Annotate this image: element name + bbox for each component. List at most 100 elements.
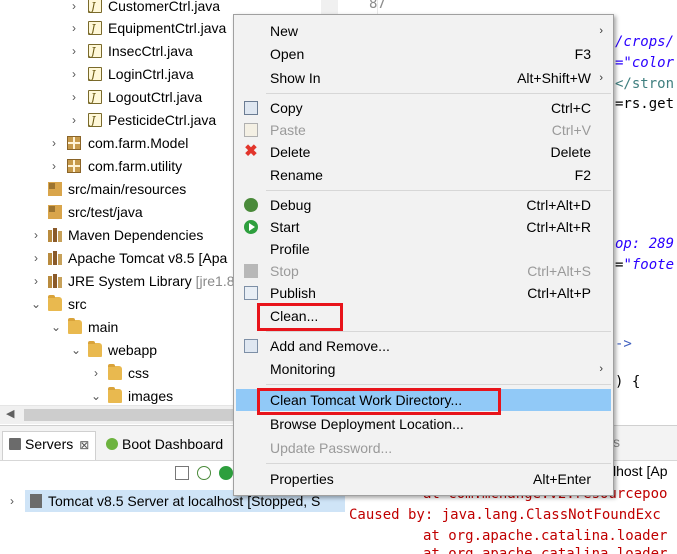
start-server-icon[interactable] bbox=[219, 466, 233, 480]
code-fragment: ) { bbox=[615, 374, 641, 390]
source-folder-icon bbox=[48, 205, 62, 219]
chevron-right-icon[interactable]: › bbox=[30, 270, 42, 292]
library-icon bbox=[48, 228, 62, 242]
chevron-right-icon[interactable]: › bbox=[48, 155, 60, 177]
chevron-right-icon[interactable]: › bbox=[68, 109, 80, 131]
scroll-left-icon[interactable]: ◀ bbox=[6, 407, 14, 420]
code-fragment: </stron bbox=[615, 76, 675, 92]
chevron-down-icon[interactable]: ⌄ bbox=[70, 339, 82, 361]
menu-item-label: Start bbox=[270, 219, 300, 235]
menu-item-label: Monitoring bbox=[270, 361, 336, 377]
java-file-icon bbox=[88, 0, 102, 18]
menu-item-label: Debug bbox=[270, 197, 312, 213]
menu-item-label: Delete bbox=[270, 144, 311, 160]
debug-server-icon[interactable] bbox=[197, 466, 211, 480]
library-icon bbox=[48, 251, 62, 265]
java-file-icon bbox=[88, 110, 102, 132]
shortcut-label: Ctrl+V bbox=[551, 122, 591, 138]
debug-icon bbox=[244, 198, 258, 212]
menu-item-debug[interactable]: Debug Ctrl+Alt+D bbox=[236, 194, 611, 216]
chevron-right-icon[interactable]: › bbox=[68, 63, 80, 85]
shortcut-label: Delete bbox=[550, 144, 591, 160]
menu-item-start[interactable]: Start Ctrl+Alt+R bbox=[236, 216, 611, 238]
start-icon bbox=[244, 220, 258, 234]
line-number: 87 bbox=[369, 0, 386, 12]
menu-separator bbox=[266, 190, 611, 191]
tab-label: Servers bbox=[25, 436, 74, 452]
chevron-right-icon[interactable]: › bbox=[30, 247, 42, 269]
chevron-right-icon[interactable]: › bbox=[10, 490, 14, 512]
code-fragment: op: 289 bbox=[615, 236, 674, 252]
console-line: Caused by: java.lang.ClassNotFoundExc bbox=[349, 507, 661, 523]
chevron-down-icon[interactable]: ⌄ bbox=[30, 293, 42, 315]
chevron-down-icon[interactable]: ⌄ bbox=[50, 316, 62, 338]
spring-boot-icon bbox=[106, 438, 118, 450]
menu-item-label: Copy bbox=[270, 100, 303, 116]
code-token: op: bbox=[615, 236, 649, 252]
folder-icon bbox=[108, 364, 122, 380]
menu-separator bbox=[266, 331, 611, 332]
menu-item-new[interactable]: New › bbox=[236, 20, 611, 42]
chevron-right-icon[interactable]: › bbox=[30, 224, 42, 246]
collapse-all-icon[interactable] bbox=[175, 466, 189, 480]
shortcut-label: Ctrl+C bbox=[550, 100, 591, 116]
submenu-arrow-icon: › bbox=[599, 363, 603, 375]
annotation-highlight-box bbox=[257, 303, 343, 331]
chevron-right-icon[interactable]: › bbox=[68, 0, 80, 17]
menu-item-profile[interactable]: Profile bbox=[236, 238, 611, 260]
menu-item-paste[interactable]: Paste Ctrl+V bbox=[236, 119, 611, 141]
menu-item-open[interactable]: Open F3 bbox=[236, 43, 611, 65]
console-line: at org.apache.catalina.loader bbox=[423, 528, 668, 544]
menu-item-show-in[interactable]: Show In Alt+Shift+W › bbox=[236, 67, 611, 89]
servers-icon bbox=[9, 438, 21, 450]
menu-item-add-remove[interactable]: Add and Remove... bbox=[236, 335, 611, 357]
shortcut-label: Ctrl+Alt+S bbox=[527, 263, 591, 279]
folder-icon bbox=[88, 341, 102, 357]
menu-item-label: Show In bbox=[270, 70, 321, 86]
folder-icon bbox=[108, 387, 122, 403]
chevron-right-icon[interactable]: › bbox=[68, 86, 80, 108]
menu-item-label: Update Password... bbox=[270, 440, 393, 456]
shortcut-label: Alt+Shift+W bbox=[517, 70, 591, 86]
menu-item-label: New bbox=[270, 23, 299, 39]
folder-icon bbox=[68, 318, 82, 334]
chevron-right-icon[interactable]: › bbox=[68, 40, 80, 62]
chevron-right-icon[interactable]: › bbox=[90, 362, 102, 384]
menu-item-monitoring[interactable]: Monitoring › bbox=[236, 358, 611, 380]
library-icon bbox=[48, 274, 62, 288]
tab-servers[interactable]: Servers ⊠ bbox=[2, 431, 97, 460]
menu-item-properties[interactable]: Properties Alt+Enter bbox=[236, 468, 611, 490]
shortcut-label: Ctrl+Alt+R bbox=[526, 219, 591, 235]
package-icon bbox=[67, 136, 81, 150]
publish-icon bbox=[244, 286, 258, 300]
menu-item-update-password[interactable]: Update Password... bbox=[236, 437, 611, 459]
menu-item-label: Rename bbox=[270, 167, 323, 183]
menu-item-stop[interactable]: Stop Ctrl+Alt+S bbox=[236, 260, 611, 282]
menu-separator bbox=[266, 384, 611, 385]
submenu-arrow-icon: › bbox=[599, 25, 603, 37]
shortcut-label: Alt+Enter bbox=[533, 471, 591, 487]
tab-boot-dashboard[interactable]: Boot Dashboard bbox=[100, 432, 229, 456]
console-tab-fragment[interactable]: s bbox=[613, 434, 620, 450]
menu-item-delete[interactable]: ✖ Delete Delete bbox=[236, 141, 611, 163]
server-icon bbox=[30, 494, 42, 508]
code-fragment: /crops/ bbox=[615, 34, 675, 50]
menu-item-label: Stop bbox=[270, 263, 299, 279]
tab-label: Boot Dashboard bbox=[122, 436, 224, 452]
chevron-right-icon[interactable]: › bbox=[48, 132, 60, 154]
stop-icon bbox=[244, 264, 258, 278]
menu-item-label: Properties bbox=[270, 471, 334, 487]
menu-item-rename[interactable]: Rename F2 bbox=[236, 164, 611, 186]
code-fragment: =rs.get bbox=[615, 96, 675, 112]
menu-item-browse-deployment-location[interactable]: Browse Deployment Location... bbox=[236, 413, 611, 435]
menu-separator bbox=[266, 463, 611, 464]
console-title: lhost [Ap bbox=[613, 463, 668, 479]
chevron-down-icon[interactable]: ⌄ bbox=[90, 385, 102, 405]
chevron-right-icon[interactable]: › bbox=[68, 17, 80, 39]
menu-item-publish[interactable]: Publish Ctrl+Alt+P bbox=[236, 282, 611, 304]
menu-item-copy[interactable]: Copy Ctrl+C bbox=[236, 97, 611, 119]
code-fragment: -> bbox=[615, 336, 632, 352]
close-icon[interactable]: ⊠ bbox=[79, 438, 89, 452]
tree-item-label: JRE System Library bbox=[68, 273, 192, 289]
code-token: "foote bbox=[623, 257, 675, 273]
